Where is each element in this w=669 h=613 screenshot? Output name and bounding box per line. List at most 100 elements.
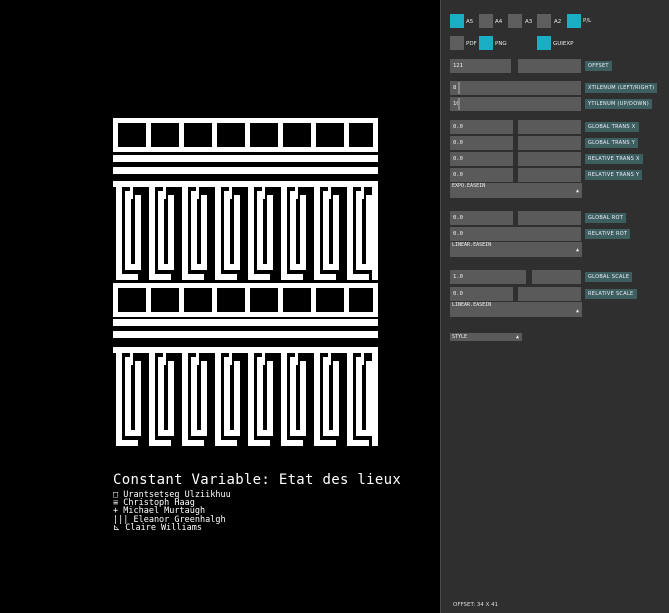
design-canvas[interactable]: Constant Variable: Etat des lieux □ Uran… — [0, 0, 440, 613]
format-toggle-a4[interactable] — [479, 14, 493, 28]
tile-pattern — [113, 118, 378, 446]
pattern-glyph — [201, 195, 207, 264]
pattern-glyph — [366, 361, 372, 430]
pattern-glyph — [234, 361, 240, 430]
global-trans-y-field-2[interactable] — [518, 136, 581, 150]
pattern-glyph — [248, 181, 254, 274]
pattern-glyph — [323, 264, 339, 270]
export-toggle-pdf[interactable] — [450, 36, 464, 50]
pattern-glyph — [163, 351, 166, 365]
relative-trans-x-label: RELATIVE TRANS X — [585, 154, 643, 164]
pattern-glyph — [158, 357, 164, 436]
pattern-glyph — [328, 351, 331, 365]
export-toggle-png[interactable] — [479, 36, 493, 50]
pattern-glyph — [314, 347, 320, 440]
pattern-glyph — [267, 361, 273, 430]
pattern-glyph — [372, 181, 378, 280]
pattern-glyph — [215, 440, 237, 446]
pattern-glyph — [191, 430, 207, 436]
global-trans-x-label: GLOBAL TRANS X — [585, 122, 639, 132]
pattern-glyph — [356, 357, 362, 436]
poster-title: Constant Variable: Etat des lieux — [113, 472, 402, 488]
xtilenum-slider[interactable]: 8 — [450, 81, 581, 95]
global-rot-field-2[interactable] — [518, 211, 581, 225]
pattern-glyph — [149, 274, 171, 280]
pattern-divider — [179, 118, 184, 152]
pattern-glyph — [158, 430, 174, 436]
pattern-glyph — [130, 185, 133, 199]
offset-field-2[interactable] — [518, 59, 581, 73]
pattern-glyph — [281, 440, 303, 446]
pattern-glyph — [257, 357, 263, 436]
pattern-glyph — [347, 347, 353, 440]
relative-scale-field-2[interactable] — [518, 287, 581, 301]
pattern-glyph — [158, 191, 164, 270]
pattern-glyph — [361, 351, 364, 365]
relative-trans-y-field[interactable]: 0.0 — [450, 168, 513, 182]
pattern-stripe — [113, 155, 378, 162]
format-toggle-a5[interactable] — [450, 14, 464, 28]
pattern-glyph — [257, 264, 273, 270]
format-toggle-a3[interactable] — [508, 14, 522, 28]
pattern-glyph — [248, 440, 270, 446]
pattern-glyph — [116, 440, 138, 446]
pattern-glyph — [281, 181, 287, 274]
pattern-glyph — [163, 185, 166, 199]
offset-field[interactable]: 121 — [450, 59, 511, 73]
pattern-divider — [344, 118, 349, 152]
pattern-glyph — [281, 274, 303, 280]
pattern-divider — [311, 118, 316, 152]
relative-scale-field[interactable]: 0.0 — [450, 287, 513, 301]
pattern-glyph — [149, 440, 171, 446]
pattern-glyph — [201, 361, 207, 430]
ytilenum-slider[interactable]: 10 — [450, 97, 581, 111]
global-trans-x-field-2[interactable] — [518, 120, 581, 134]
global-scale-field[interactable]: 1.0 — [450, 270, 526, 284]
pattern-divider — [212, 283, 217, 317]
pattern-divider — [146, 118, 151, 152]
rot-easing-dropdown[interactable]: LINEAR.EASEIN ▲ — [450, 242, 582, 257]
pattern-glyph — [135, 361, 141, 430]
pattern-divider — [113, 283, 118, 317]
dropdown-arrow-icon: ▲ — [575, 308, 579, 314]
style-dropdown[interactable]: STYLE ▲ — [450, 333, 522, 341]
format-toggle-a2[interactable] — [537, 14, 551, 28]
pattern-stripe — [113, 331, 378, 338]
relative-trans-x-field-2[interactable] — [518, 152, 581, 166]
credits-block: Constant Variable: Etat des lieux □ Uran… — [113, 472, 401, 532]
dropdown-arrow-icon: ▲ — [575, 247, 579, 253]
pattern-divider — [245, 283, 250, 317]
pattern-glyph — [224, 191, 230, 270]
pattern-glyph — [300, 195, 306, 264]
pattern-glyph — [372, 347, 378, 446]
export-toggle-guiexp[interactable] — [537, 36, 551, 50]
pattern-glyph — [182, 181, 188, 274]
pattern-glyph — [248, 347, 254, 440]
pattern-glyph — [234, 195, 240, 264]
pattern-glyph — [347, 181, 353, 274]
pattern-glyph — [125, 430, 141, 436]
global-rot-field[interactable]: 0.0 — [450, 211, 513, 225]
relative-trans-x-field[interactable]: 0.0 — [450, 152, 513, 166]
pattern-glyph — [267, 195, 273, 264]
scale-easing-dropdown[interactable]: LINEAR.EASEIN ▲ — [450, 302, 582, 317]
pattern-glyph — [196, 185, 199, 199]
orientation-toggle[interactable] — [567, 14, 581, 28]
pattern-glyph — [224, 357, 230, 436]
pattern-glyph — [191, 264, 207, 270]
export-label: PNG — [495, 41, 507, 47]
trans-easing-dropdown[interactable]: EXPO.EASEIN ▲ — [450, 183, 582, 198]
relative-rot-field[interactable]: 0.0 — [450, 227, 581, 241]
pattern-glyph — [248, 274, 270, 280]
global-scale-field-2[interactable] — [532, 270, 581, 284]
global-trans-y-field[interactable]: 0.0 — [450, 136, 513, 150]
pattern-glyph — [149, 181, 155, 274]
pattern-divider — [373, 283, 378, 317]
global-trans-x-field[interactable]: 0.0 — [450, 120, 513, 134]
pattern-glyph — [290, 264, 306, 270]
pattern-glyph — [361, 185, 364, 199]
pattern-glyph — [323, 430, 339, 436]
relative-trans-y-field-2[interactable] — [518, 168, 581, 182]
pattern-glyph — [328, 185, 331, 199]
pattern-glyph — [323, 191, 329, 270]
